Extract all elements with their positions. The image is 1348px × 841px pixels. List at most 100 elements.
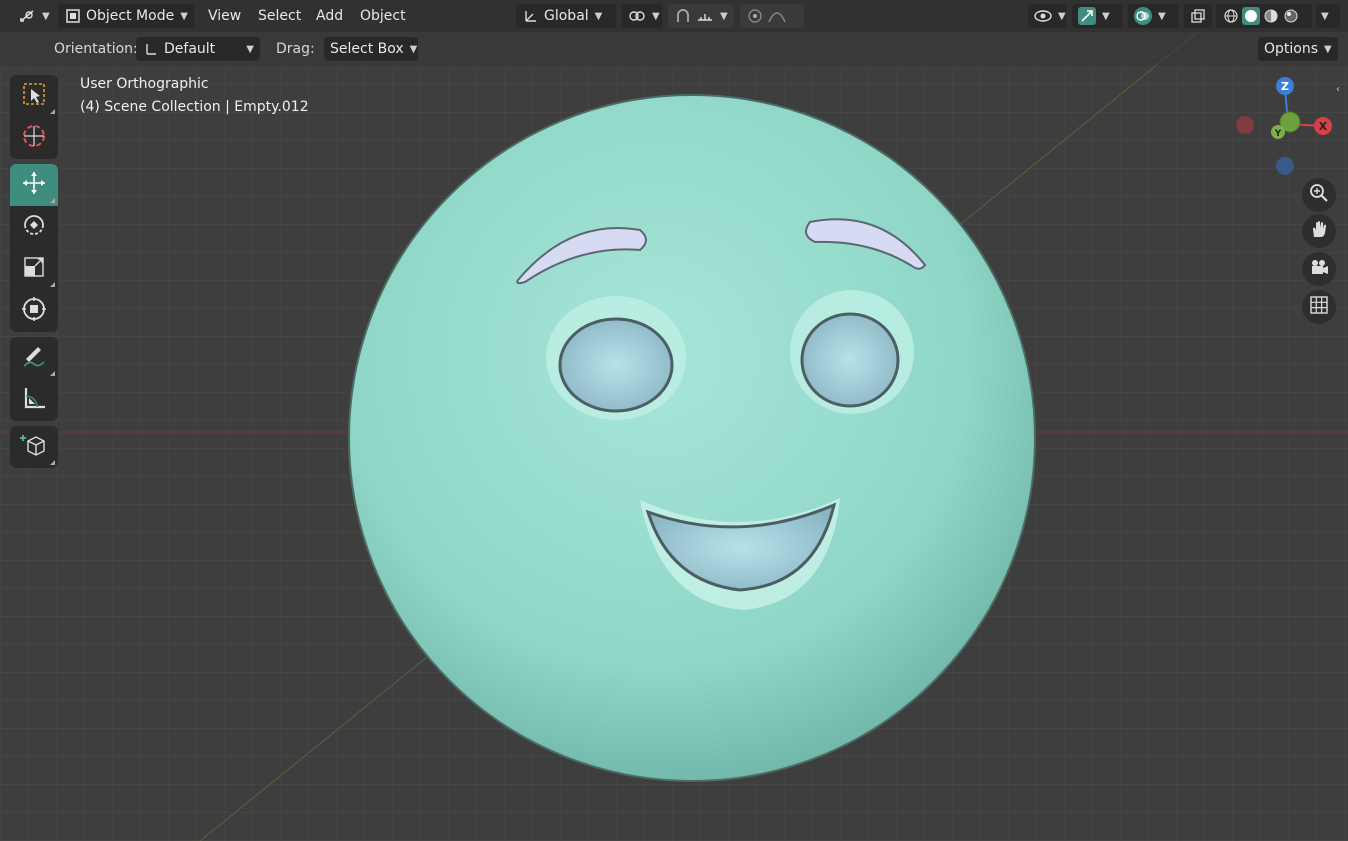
pivot-icon [628,7,646,25]
rendered-shading-icon[interactable] [1282,7,1300,25]
rotate-icon [20,211,48,243]
toggle-perspective-button[interactable] [1302,290,1336,324]
scale-icon [20,253,48,285]
chevron-down-icon: ▼ [42,10,50,22]
snap-icon [674,7,692,25]
chevron-down-icon: ▼ [1102,10,1110,22]
tool-variants-indicator [50,109,55,114]
tool-group-add [10,426,58,468]
object-mode-icon [64,7,82,25]
chevron-down-icon: ▼ [1058,10,1066,22]
orientation-label: Global [544,8,589,24]
camera-icon [1309,257,1329,281]
tool-variants-indicator [50,371,55,376]
orientation-axes-icon [142,40,160,58]
gizmo-toggle[interactable]: ▼ [1072,4,1122,28]
x-axis-label: X [1319,120,1328,133]
zoom-view-button[interactable] [1302,178,1336,212]
drag-setting-value: Select Box [330,41,404,57]
navigation-gizmo[interactable]: X Z Y [1230,74,1340,184]
drag-setting-dropdown[interactable]: Select Box ▼ [324,37,418,61]
emoji-sphere-model[interactable] [340,90,1040,790]
overlay-toggle[interactable]: ▼ [1128,4,1178,28]
chevron-down-icon: ▼ [1324,43,1332,55]
tool-group-select [10,75,58,159]
pivot-point-dropdown[interactable]: ▼ [622,4,662,28]
shading-mode-group [1216,4,1312,28]
transform-orientation-dropdown[interactable]: Global ▼ [516,4,616,28]
3d-viewport[interactable]: ▼ Object Mode ▼ View Select Add Object G… [0,0,1348,841]
neg-z-axis-ball [1276,157,1294,175]
annotate-icon [20,342,48,374]
measure-icon [20,384,48,416]
tool-variants-indicator [50,460,55,465]
menu-view[interactable]: View [202,4,247,28]
proportional-editing-toggle[interactable] [740,4,804,28]
camera-view-button[interactable] [1302,252,1336,286]
zoom-icon [1309,183,1329,207]
rotate-tool[interactable] [10,206,58,248]
mode-dropdown[interactable]: Object Mode ▼ [58,4,194,28]
menu-select[interactable]: Select [252,4,307,28]
transform-tool[interactable] [10,290,58,332]
chevron-down-icon: ▼ [246,43,254,55]
orientation-setting-value: Default [164,41,216,57]
orientation-setting-dropdown[interactable]: Default ▼ [136,37,260,61]
sidebar-expand-arrow-icon[interactable]: ‹ [1336,84,1340,95]
options-dropdown[interactable]: Options ▼ [1258,37,1338,61]
collection-info: (4) Scene Collection | Empty.012 [80,99,309,115]
chevron-down-icon: ▼ [720,10,728,22]
transform-icon [20,295,48,327]
gizmo-icon [1078,7,1096,25]
move-tool[interactable] [10,164,58,206]
neg-x-axis-ball [1236,116,1254,134]
y-axis-label: Y [1274,129,1282,139]
proportional-editing-icon [746,7,764,25]
tool-settings-bar: Orientation: Default ▼ Drag: Select Box … [0,32,1348,66]
tool-shelf [10,75,58,473]
measure-tool[interactable] [10,379,58,421]
chevron-down-icon: ▼ [1158,10,1166,22]
orientation-setting-label: Orientation: [54,41,138,57]
pan-view-button[interactable] [1302,214,1336,248]
overlay-icon [1134,7,1152,25]
tool-variants-indicator [50,198,55,203]
add-cube-tool[interactable] [10,426,58,468]
add-cube-icon [20,431,48,463]
menu-object[interactable]: Object [354,4,412,28]
hand-icon [1309,219,1329,243]
chevron-down-icon: ▼ [409,43,418,55]
cursor-tool[interactable] [10,117,58,159]
select-box-tool[interactable] [10,75,58,117]
orientation-axes-icon [522,7,540,25]
shading-options-dropdown[interactable]: ▼ [1316,4,1340,28]
chevron-down-icon: ▼ [652,10,660,22]
menu-add[interactable]: Add [310,4,349,28]
select-box-icon [20,80,48,112]
cursor-icon [20,122,48,154]
editor-type-button[interactable]: ▼ [12,4,56,28]
drag-setting-label: Drag: [276,41,315,57]
editor-type-icon [18,7,36,25]
solid-shading-icon[interactable] [1242,7,1260,25]
snap-toggle[interactable]: ▼ [668,4,734,28]
wireframe-shading-icon[interactable] [1222,7,1240,25]
tool-group-annotate [10,337,58,421]
annotate-tool[interactable] [10,337,58,379]
material-shading-icon[interactable] [1262,7,1280,25]
chevron-down-icon: ▼ [180,10,188,22]
chevron-down-icon: ▼ [594,10,603,22]
scale-tool[interactable] [10,248,58,290]
xray-toggle[interactable] [1184,4,1212,28]
snap-increment-icon [696,7,714,25]
chevron-down-icon: ▼ [1321,10,1329,22]
tool-group-transform [10,164,58,332]
falloff-curve-icon [768,7,786,25]
options-label: Options [1264,41,1319,57]
grid-icon [1309,295,1329,319]
tool-variants-indicator [50,282,55,287]
view-name: User Orthographic [80,76,209,92]
visibility-dropdown[interactable]: ▼ [1028,4,1066,28]
xray-icon [1190,7,1206,25]
z-axis-label: Z [1281,80,1289,93]
